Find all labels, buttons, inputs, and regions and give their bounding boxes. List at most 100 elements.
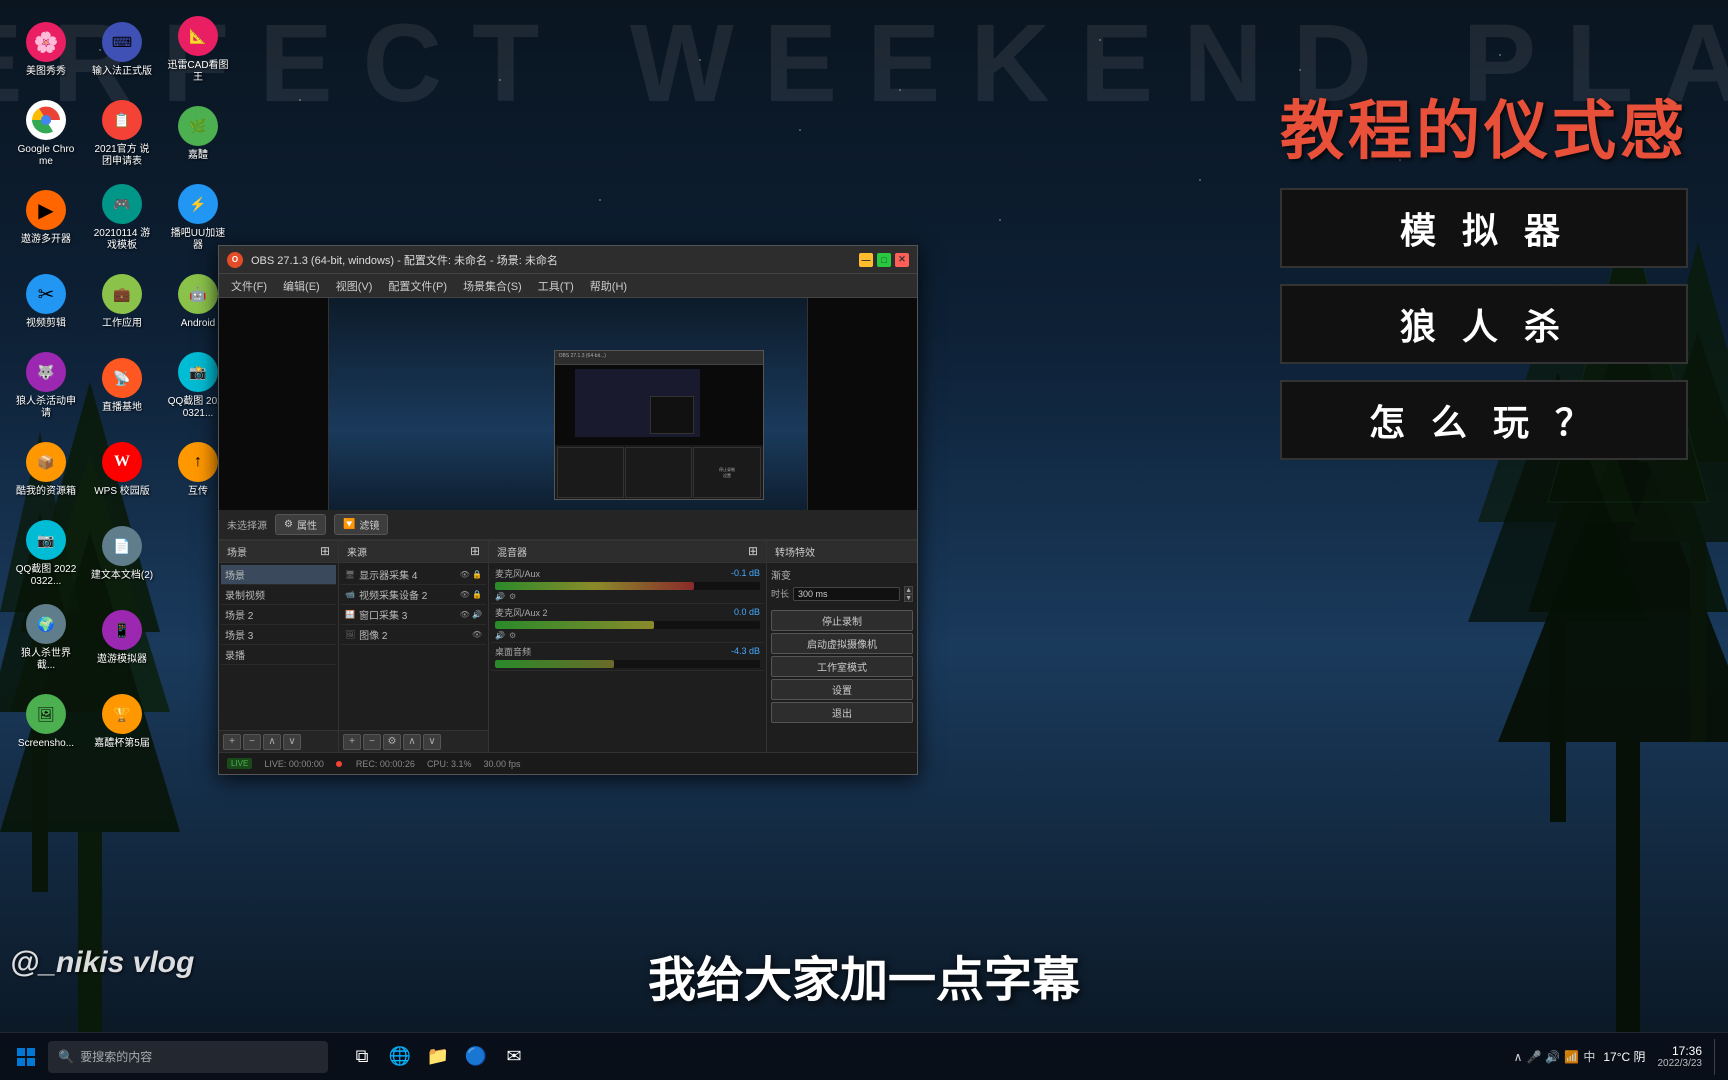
obs-scenes-panel: 场景 ⊞ 场景 录制视频 场景 2 场景 3 录播 + − ∧ ∨ — [219, 541, 339, 753]
icon-werewolf-world[interactable]: 🌍 狼人杀世界截... — [10, 598, 82, 678]
obs-scene-remove[interactable]: − — [243, 734, 261, 750]
obs-source-item-1[interactable]: 🖥 显示器采集 4 👁 🔒 — [341, 565, 486, 585]
obs-filters-button[interactable]: 🔽 滤镜 — [334, 514, 388, 535]
taskbar-folder[interactable]: 📁 — [420, 1039, 456, 1075]
obs-sources-footer: + − ⚙ ∧ ∨ — [339, 730, 488, 752]
taskbar-temperature: 17°C 阴 — [1603, 1048, 1645, 1065]
icon-game-template[interactable]: 🎮 20210114 游戏模板 — [86, 178, 158, 258]
icon-cup5[interactable]: 🏆 嘉醴杯第5届 — [86, 682, 158, 762]
taskbar-mail[interactable]: ✉ — [496, 1039, 532, 1075]
main-title-text: 教程的仪式感 — [1280, 80, 1688, 172]
obs-scene-item-5[interactable]: 录播 — [221, 645, 336, 665]
obs-mixer-content: 麦克风/Aux -0.1 dB 🔊 ⚙ 麦克风/Aux 2 0.0 — [489, 563, 766, 753]
obs-properties-button[interactable]: ⚙ 属性 — [275, 514, 326, 535]
obs-source-up[interactable]: ∧ — [403, 734, 421, 750]
obs-close-button[interactable]: ✕ — [895, 253, 909, 267]
obs-transitions-panel: 转场特效 渐变 时长 300 ms ▲ ▼ 停止录制 启动虚拟摄像机 工作室模式… — [767, 541, 917, 753]
obs-scene-item-2[interactable]: 录制视频 — [221, 585, 336, 605]
feature-box-2: 狼 人 杀 — [1280, 284, 1688, 364]
icon-typing[interactable]: ⌨ 输入法正式版 — [86, 10, 158, 90]
taskbar-time-display: 17:36 — [1658, 1044, 1703, 1058]
icon-qq-screenshot[interactable]: 📷 QQ截图 20220322... — [10, 514, 82, 594]
obs-stop-record-button[interactable]: 停止录制 — [771, 610, 913, 631]
obs-transitions-content: 渐变 时长 300 ms ▲ ▼ 停止录制 启动虚拟摄像机 工作室模式 设置 退… — [767, 563, 917, 753]
icon-video-edit[interactable]: ✂ 视频剪辑 — [10, 262, 82, 342]
icon-youku[interactable]: ▶ 遨游多开器 — [10, 178, 82, 258]
obs-source-bar: 未选择源 ⚙ 属性 🔽 滤镜 — [219, 510, 917, 540]
taskbar-start-button[interactable] — [8, 1039, 44, 1075]
obs-source-remove[interactable]: − — [363, 734, 381, 750]
icon-work-app[interactable]: 💼 工作应用 — [86, 262, 158, 342]
obs-exit-button[interactable]: 退出 — [771, 702, 913, 723]
taskbar-date-display: 2022/3/23 — [1658, 1058, 1703, 1069]
obs-scene-add[interactable]: + — [223, 734, 241, 750]
icon-meitu[interactable]: 🌸 美图秀秀 — [10, 10, 82, 90]
icon-jiaoli[interactable]: 🌿 嘉醴 — [162, 94, 234, 174]
icon-wps[interactable]: W WPS 校园版 — [86, 430, 158, 510]
obs-scene-item-1[interactable]: 场景 — [221, 565, 336, 585]
obs-source-item-3[interactable]: 🪟 窗口采集 3 👁 🔊 — [341, 605, 486, 625]
obs-source-item-4[interactable]: 🖼 图像 2 👁 — [341, 625, 486, 645]
icon-autocad[interactable]: 📐 迅雷CAD看图王 — [162, 10, 234, 90]
icon-chrome[interactable]: Google Chrome — [10, 94, 82, 174]
taskbar-search-placeholder: 要搜索的内容 — [80, 1048, 152, 1065]
obs-transition-duration[interactable]: 300 ms — [793, 587, 900, 601]
obs-studio-mode-button[interactable]: 工作室模式 — [771, 656, 913, 677]
obs-source-settings[interactable]: ⚙ — [383, 734, 401, 750]
obs-window: O OBS 27.1.3 (64-bit, windows) - 配置文件: 未… — [218, 245, 918, 775]
taskbar-network-icon[interactable]: 🔊 — [1545, 1050, 1560, 1064]
obs-preview-area: 美图 Chrome OBS 27.1.3 (64-bit...) — [219, 298, 917, 510]
obs-source-item-2[interactable]: 📹 视频采集设备 2 👁 🔒 — [341, 585, 486, 605]
icon-werewolf-apply[interactable]: 🐺 狼人杀活动申请 — [10, 346, 82, 426]
taskbar-edge-2[interactable]: 🔵 — [458, 1039, 494, 1075]
taskbar-clock[interactable]: 17:36 2022/3/23 — [1658, 1044, 1703, 1069]
obs-titlebar[interactable]: O OBS 27.1.3 (64-bit, windows) - 配置文件: 未… — [219, 246, 917, 274]
taskbar-search-bar[interactable]: 🔍 要搜索的内容 — [48, 1041, 328, 1073]
taskbar-edge[interactable]: 🌐 — [382, 1039, 418, 1075]
obs-scene-up[interactable]: ∧ — [263, 734, 281, 750]
icon-remote-sim[interactable]: 📱 遨游模拟器 — [86, 598, 158, 678]
taskbar-mic-icon[interactable]: 🎤 — [1526, 1050, 1541, 1064]
obs-maximize-button[interactable]: □ — [877, 253, 891, 267]
obs-mini-preview: OBS 27.1.3 (64-bit...) 停止录制 设置 — [554, 350, 764, 500]
obs-menu-profile[interactable]: 配置文件(P) — [380, 274, 455, 297]
obs-minimize-button[interactable]: — — [859, 253, 873, 267]
obs-scene-item-4[interactable]: 场景 3 — [221, 625, 336, 645]
obs-menu-file[interactable]: 文件(F) — [223, 274, 275, 297]
obs-menu-tools[interactable]: 工具(T) — [530, 274, 582, 297]
obs-mixer-expand[interactable]: ⊞ — [748, 544, 758, 558]
obs-menu-help[interactable]: 帮助(H) — [582, 274, 635, 297]
obs-scenes-expand[interactable]: ⊞ — [320, 544, 330, 558]
taskbar-lang-icon[interactable]: 中 — [1583, 1048, 1595, 1065]
obs-live-time: LIVE: 00:00:00 — [264, 759, 324, 769]
obs-scene-item-3[interactable]: 场景 2 — [221, 605, 336, 625]
obs-mixer-channel-2: 麦克风/Aux 2 0.0 dB 🔊 ⚙ — [491, 604, 764, 643]
obs-panels-area: 场景 ⊞ 场景 录制视频 场景 2 场景 3 录播 + − ∧ ∨ 来源 ⊞ — [219, 540, 917, 753]
obs-sources-header: 来源 ⊞ — [339, 541, 488, 563]
obs-source-down[interactable]: ∨ — [423, 734, 441, 750]
taskbar-task-view[interactable]: ⧉ — [344, 1039, 380, 1075]
obs-source-add[interactable]: + — [343, 734, 361, 750]
taskbar-volume-icon[interactable]: 📶 — [1564, 1050, 1579, 1064]
icon-forum-2021[interactable]: 📋 2021官方 说团申请表 — [86, 94, 158, 174]
obs-duration-up[interactable]: ▲ — [904, 586, 913, 594]
obs-sources-expand[interactable]: ⊞ — [470, 544, 480, 558]
obs-menu-view[interactable]: 视图(V) — [328, 274, 381, 297]
icon-new-doc[interactable]: 📄 建文本文档(2) — [86, 514, 158, 594]
obs-settings-button[interactable]: 设置 — [771, 679, 913, 700]
obs-logo: O — [227, 252, 243, 268]
obs-transitions-header: 转场特效 — [767, 541, 917, 563]
icon-screenshots[interactable]: 🖼 Screensho... — [10, 682, 82, 762]
taskbar-search-icon: 🔍 — [58, 1049, 74, 1065]
obs-mixer-bar-1 — [495, 582, 760, 590]
obs-menu-scenes[interactable]: 场景集合(S) — [455, 274, 530, 297]
taskbar-up-arrow[interactable]: ∧ — [1514, 1050, 1523, 1064]
obs-virtual-camera-button[interactable]: 启动虚拟摄像机 — [771, 633, 913, 654]
obs-duration-down[interactable]: ▼ — [904, 594, 913, 602]
obs-menu-edit[interactable]: 编辑(E) — [275, 274, 328, 297]
icon-taihe[interactable]: 📦 酷我的资源箱 — [10, 430, 82, 510]
obs-scene-down[interactable]: ∨ — [283, 734, 301, 750]
taskbar-show-desktop[interactable] — [1714, 1039, 1720, 1075]
obs-menubar: 文件(F) 编辑(E) 视图(V) 配置文件(P) 场景集合(S) 工具(T) … — [219, 274, 917, 298]
icon-live-base[interactable]: 📡 直播基地 — [86, 346, 158, 426]
